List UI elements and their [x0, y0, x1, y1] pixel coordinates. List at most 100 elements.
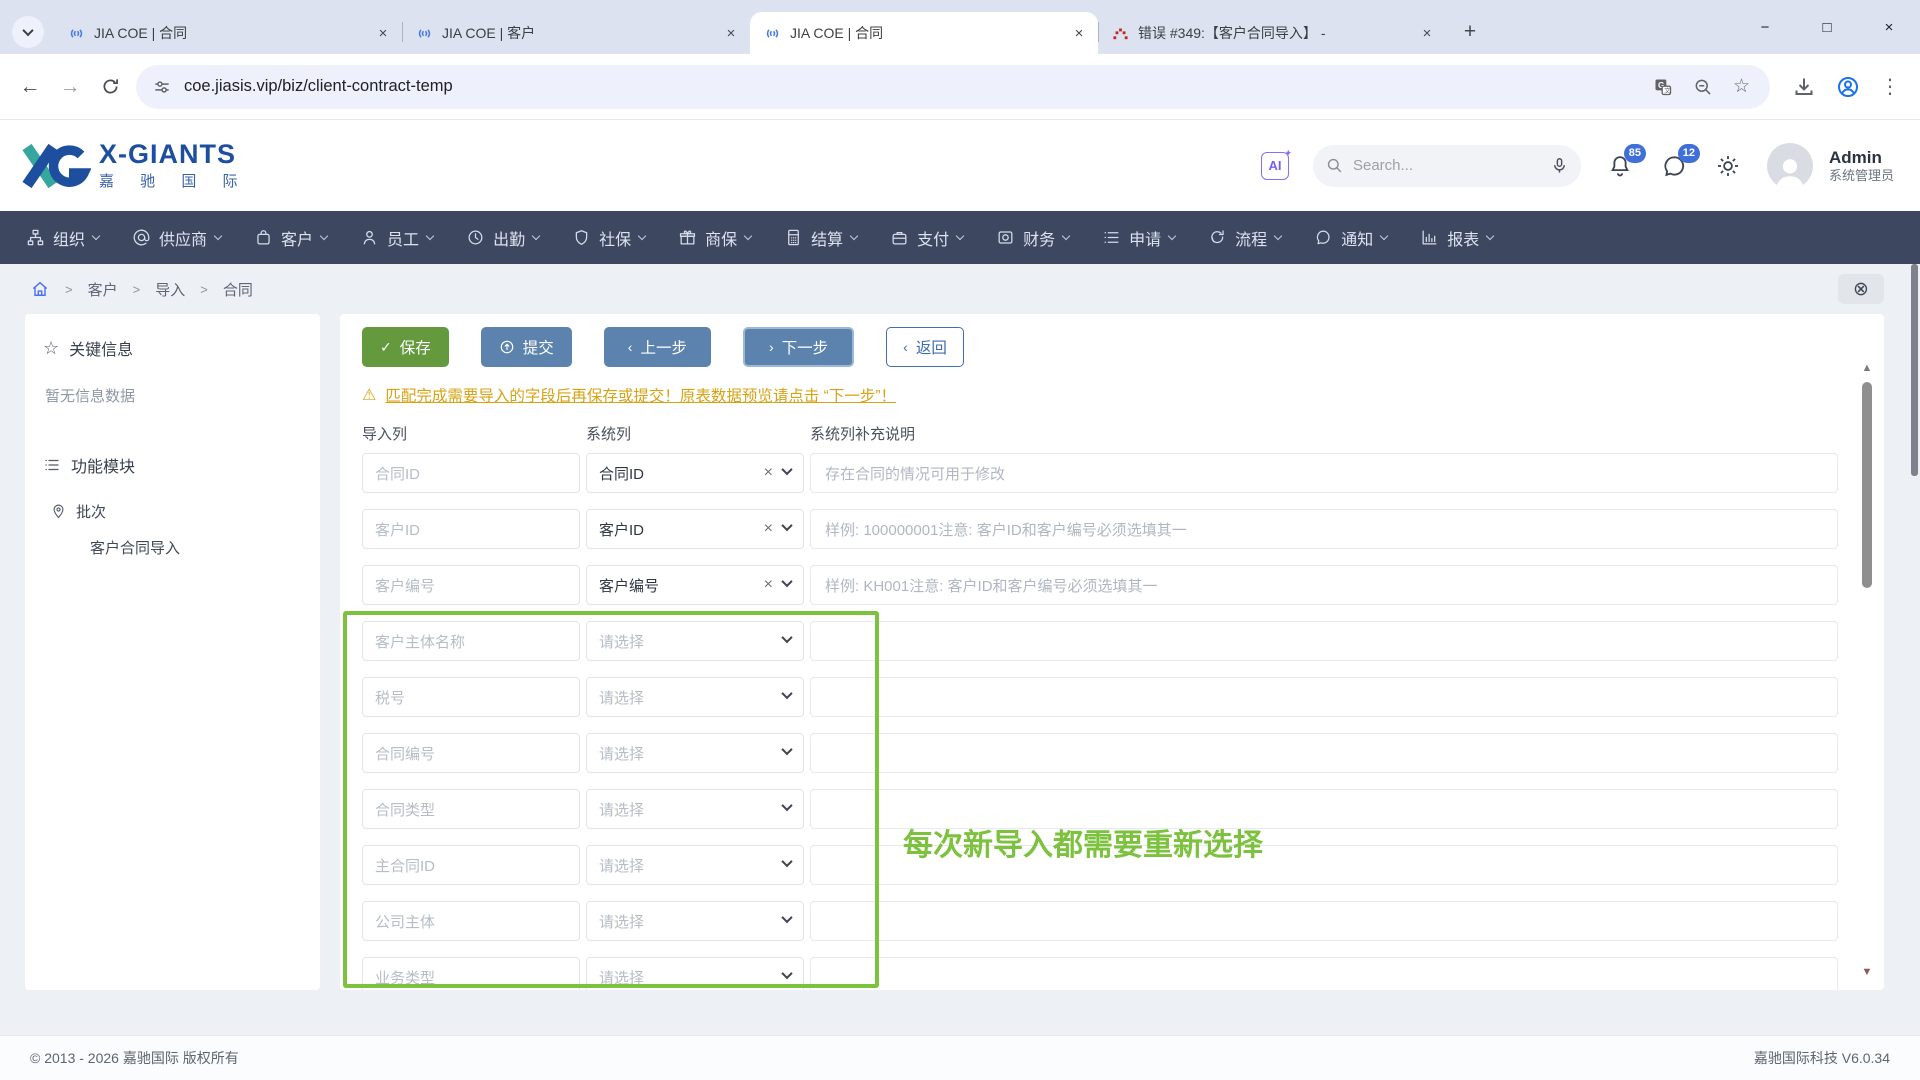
import-column-field[interactable]: 合同ID: [362, 453, 580, 493]
system-column-select[interactable]: 客户编号×: [586, 565, 804, 605]
next-step-button[interactable]: › 下一步: [743, 327, 854, 367]
browser-tab[interactable]: 错误 #349:【客户合同导入】 -×: [1098, 12, 1446, 54]
browser-tab[interactable]: JIA COE | 客户×: [402, 12, 750, 54]
chevron-down-icon[interactable]: [781, 576, 792, 587]
tab-close-icon[interactable]: ×: [372, 22, 394, 44]
nav-item-finance[interactable]: 财务: [996, 226, 1069, 250]
description-field[interactable]: 存在合同的情况可用于修改: [810, 453, 1838, 493]
browser-tab[interactable]: JIA COE | 合同×: [54, 12, 402, 54]
import-column-field[interactable]: 客户ID: [362, 509, 580, 549]
system-column-select[interactable]: 请选择: [586, 957, 804, 990]
nav-item-workflow[interactable]: 流程: [1208, 226, 1281, 250]
chevron-down-icon[interactable]: [781, 968, 792, 979]
scroll-down-icon[interactable]: ▼: [1859, 966, 1875, 978]
chevron-down-icon[interactable]: [781, 632, 792, 643]
import-column-field[interactable]: 客户编号: [362, 565, 580, 605]
nav-item-settlement[interactable]: 结算: [784, 226, 857, 250]
sidebar-item-batch[interactable]: 批次: [50, 501, 302, 522]
chevron-down-icon[interactable]: [781, 464, 792, 475]
system-column-select[interactable]: 请选择: [586, 733, 804, 773]
return-button[interactable]: ‹ 返回: [886, 327, 964, 367]
chevron-down-icon[interactable]: [781, 800, 792, 811]
chevron-down-icon[interactable]: [781, 856, 792, 867]
zoom-icon[interactable]: [1693, 77, 1713, 97]
system-column-select[interactable]: 客户ID×: [586, 509, 804, 549]
maximize-button[interactable]: □: [1796, 0, 1858, 54]
notifications-button[interactable]: 85: [1605, 151, 1635, 181]
nav-item-employee[interactable]: 员工: [360, 226, 433, 250]
import-column-field[interactable]: 主合同ID: [362, 845, 580, 885]
nav-item-report[interactable]: 报表: [1420, 226, 1493, 250]
description-field[interactable]: [810, 733, 1838, 773]
voice-search-icon[interactable]: [1550, 156, 1569, 175]
sidebar-item-client-contract-import[interactable]: 客户合同导入: [90, 537, 302, 558]
submit-button[interactable]: 提交: [481, 327, 572, 367]
user-info[interactable]: Admin 系统管理员: [1829, 147, 1894, 185]
clear-icon[interactable]: ×: [764, 576, 773, 594]
xg-logo[interactable]: X-GIANTS 嘉 驰 国 际: [17, 137, 249, 195]
scroll-up-icon[interactable]: ▲: [1859, 362, 1875, 374]
nav-item-application[interactable]: 申请: [1102, 226, 1175, 250]
system-column-select[interactable]: 请选择: [586, 677, 804, 717]
close-window-button[interactable]: ×: [1858, 0, 1920, 54]
scrollbar-thumb[interactable]: [1862, 382, 1872, 588]
chevron-down-icon[interactable]: [781, 520, 792, 531]
description-field[interactable]: [810, 957, 1838, 990]
nav-item-payment[interactable]: 支付: [890, 226, 963, 250]
clear-icon[interactable]: ×: [764, 520, 773, 538]
home-icon[interactable]: [30, 279, 50, 299]
downloads-icon[interactable]: [1792, 75, 1816, 99]
back-button[interactable]: ←: [10, 67, 50, 107]
save-button[interactable]: ✓ 保存: [362, 327, 449, 367]
description-field[interactable]: 样例: KH001注意: 客户ID和客户编号必须选填其一: [810, 565, 1838, 605]
tab-close-icon[interactable]: ×: [1416, 22, 1438, 44]
nav-item-client[interactable]: 客户: [254, 226, 327, 250]
forward-button[interactable]: →: [50, 67, 90, 107]
clear-icon[interactable]: ×: [764, 464, 773, 482]
description-field[interactable]: 样例: 100000001注意: 客户ID和客户编号必须选填其一: [810, 509, 1838, 549]
nav-item-org[interactable]: 组织: [26, 226, 99, 250]
import-column-field[interactable]: 业务类型: [362, 957, 580, 990]
bookmark-star-icon[interactable]: ☆: [1733, 75, 1750, 98]
url-text[interactable]: coe.jiasis.vip/biz/client-contract-temp: [184, 77, 1653, 96]
system-column-select[interactable]: 请选择: [586, 621, 804, 661]
system-column-select[interactable]: 合同ID×: [586, 453, 804, 493]
import-column-field[interactable]: 公司主体: [362, 901, 580, 941]
profile-icon[interactable]: [1836, 75, 1860, 99]
nav-item-supplier[interactable]: 供应商: [132, 226, 221, 250]
browser-scrollbar-thumb[interactable]: [1911, 264, 1918, 476]
import-column-field[interactable]: 税号: [362, 677, 580, 717]
url-bar[interactable]: coe.jiasis.vip/biz/client-contract-temp …: [136, 65, 1770, 109]
close-page-button[interactable]: ⊗: [1838, 274, 1884, 304]
previous-step-button[interactable]: ‹ 上一步: [604, 327, 711, 367]
tab-close-icon[interactable]: ×: [1068, 22, 1090, 44]
nav-item-social-insurance[interactable]: 社保: [572, 226, 645, 250]
site-settings-icon[interactable]: [152, 77, 172, 97]
chevron-down-icon[interactable]: [781, 744, 792, 755]
system-column-select[interactable]: 请选择: [586, 845, 804, 885]
settings-button[interactable]: [1713, 151, 1743, 181]
search-input[interactable]: [1353, 157, 1541, 174]
nav-item-notification[interactable]: 通知: [1314, 226, 1387, 250]
ai-assistant-icon[interactable]: AI✦: [1261, 152, 1289, 180]
description-field[interactable]: [810, 621, 1838, 661]
description-field[interactable]: [810, 901, 1838, 941]
panel-scrollbar[interactable]: ▲ ▼: [1859, 362, 1875, 978]
system-column-select[interactable]: 请选择: [586, 789, 804, 829]
reload-button[interactable]: [90, 67, 130, 107]
breadcrumb-item-import[interactable]: 导入: [155, 279, 185, 300]
tab-close-icon[interactable]: ×: [720, 22, 742, 44]
description-field[interactable]: [810, 677, 1838, 717]
nav-item-commercial-insurance[interactable]: 商保: [678, 226, 751, 250]
minimize-button[interactable]: −: [1734, 0, 1796, 54]
import-column-field[interactable]: 客户主体名称: [362, 621, 580, 661]
import-column-field[interactable]: 合同类型: [362, 789, 580, 829]
breadcrumb-item-client[interactable]: 客户: [88, 279, 118, 300]
system-column-select[interactable]: 请选择: [586, 901, 804, 941]
tab-search-button[interactable]: [12, 16, 44, 48]
new-tab-button[interactable]: +: [1454, 16, 1486, 48]
nav-item-attendance[interactable]: 出勤: [466, 226, 539, 250]
browser-tab[interactable]: JIA COE | 合同×: [750, 12, 1098, 54]
import-column-field[interactable]: 合同编号: [362, 733, 580, 773]
chevron-down-icon[interactable]: [781, 912, 792, 923]
